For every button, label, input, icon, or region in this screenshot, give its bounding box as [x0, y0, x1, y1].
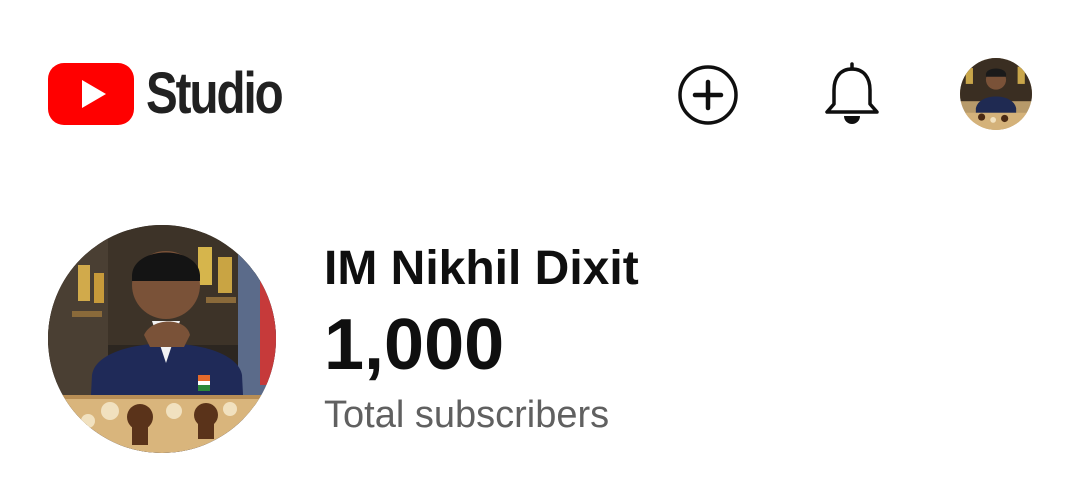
- youtube-studio-logo[interactable]: Studio: [48, 62, 311, 126]
- subscriber-label: Total subscribers: [324, 394, 610, 436]
- account-avatar: [960, 58, 1032, 130]
- bell-icon: [825, 62, 879, 124]
- subscriber-count: 1,000: [324, 305, 505, 385]
- create-button[interactable]: [677, 64, 739, 126]
- channel-name: IM Nikhil Dixit: [324, 242, 639, 295]
- account-avatar-button[interactable]: [960, 58, 1032, 130]
- youtube-logo-icon: [48, 63, 134, 125]
- notifications-button[interactable]: [822, 60, 882, 128]
- channel-avatar[interactable]: [48, 225, 276, 453]
- plus-circle-icon: [678, 65, 738, 125]
- channel-profile-photo: [48, 225, 276, 453]
- brand-name: Studio: [146, 61, 284, 126]
- channel-summary: IM Nikhil Dixit 1,000 Total subscribers: [48, 225, 1048, 455]
- channel-info: IM Nikhil Dixit 1,000 Total subscribers: [324, 239, 639, 439]
- top-app-bar: Studio: [0, 0, 1080, 190]
